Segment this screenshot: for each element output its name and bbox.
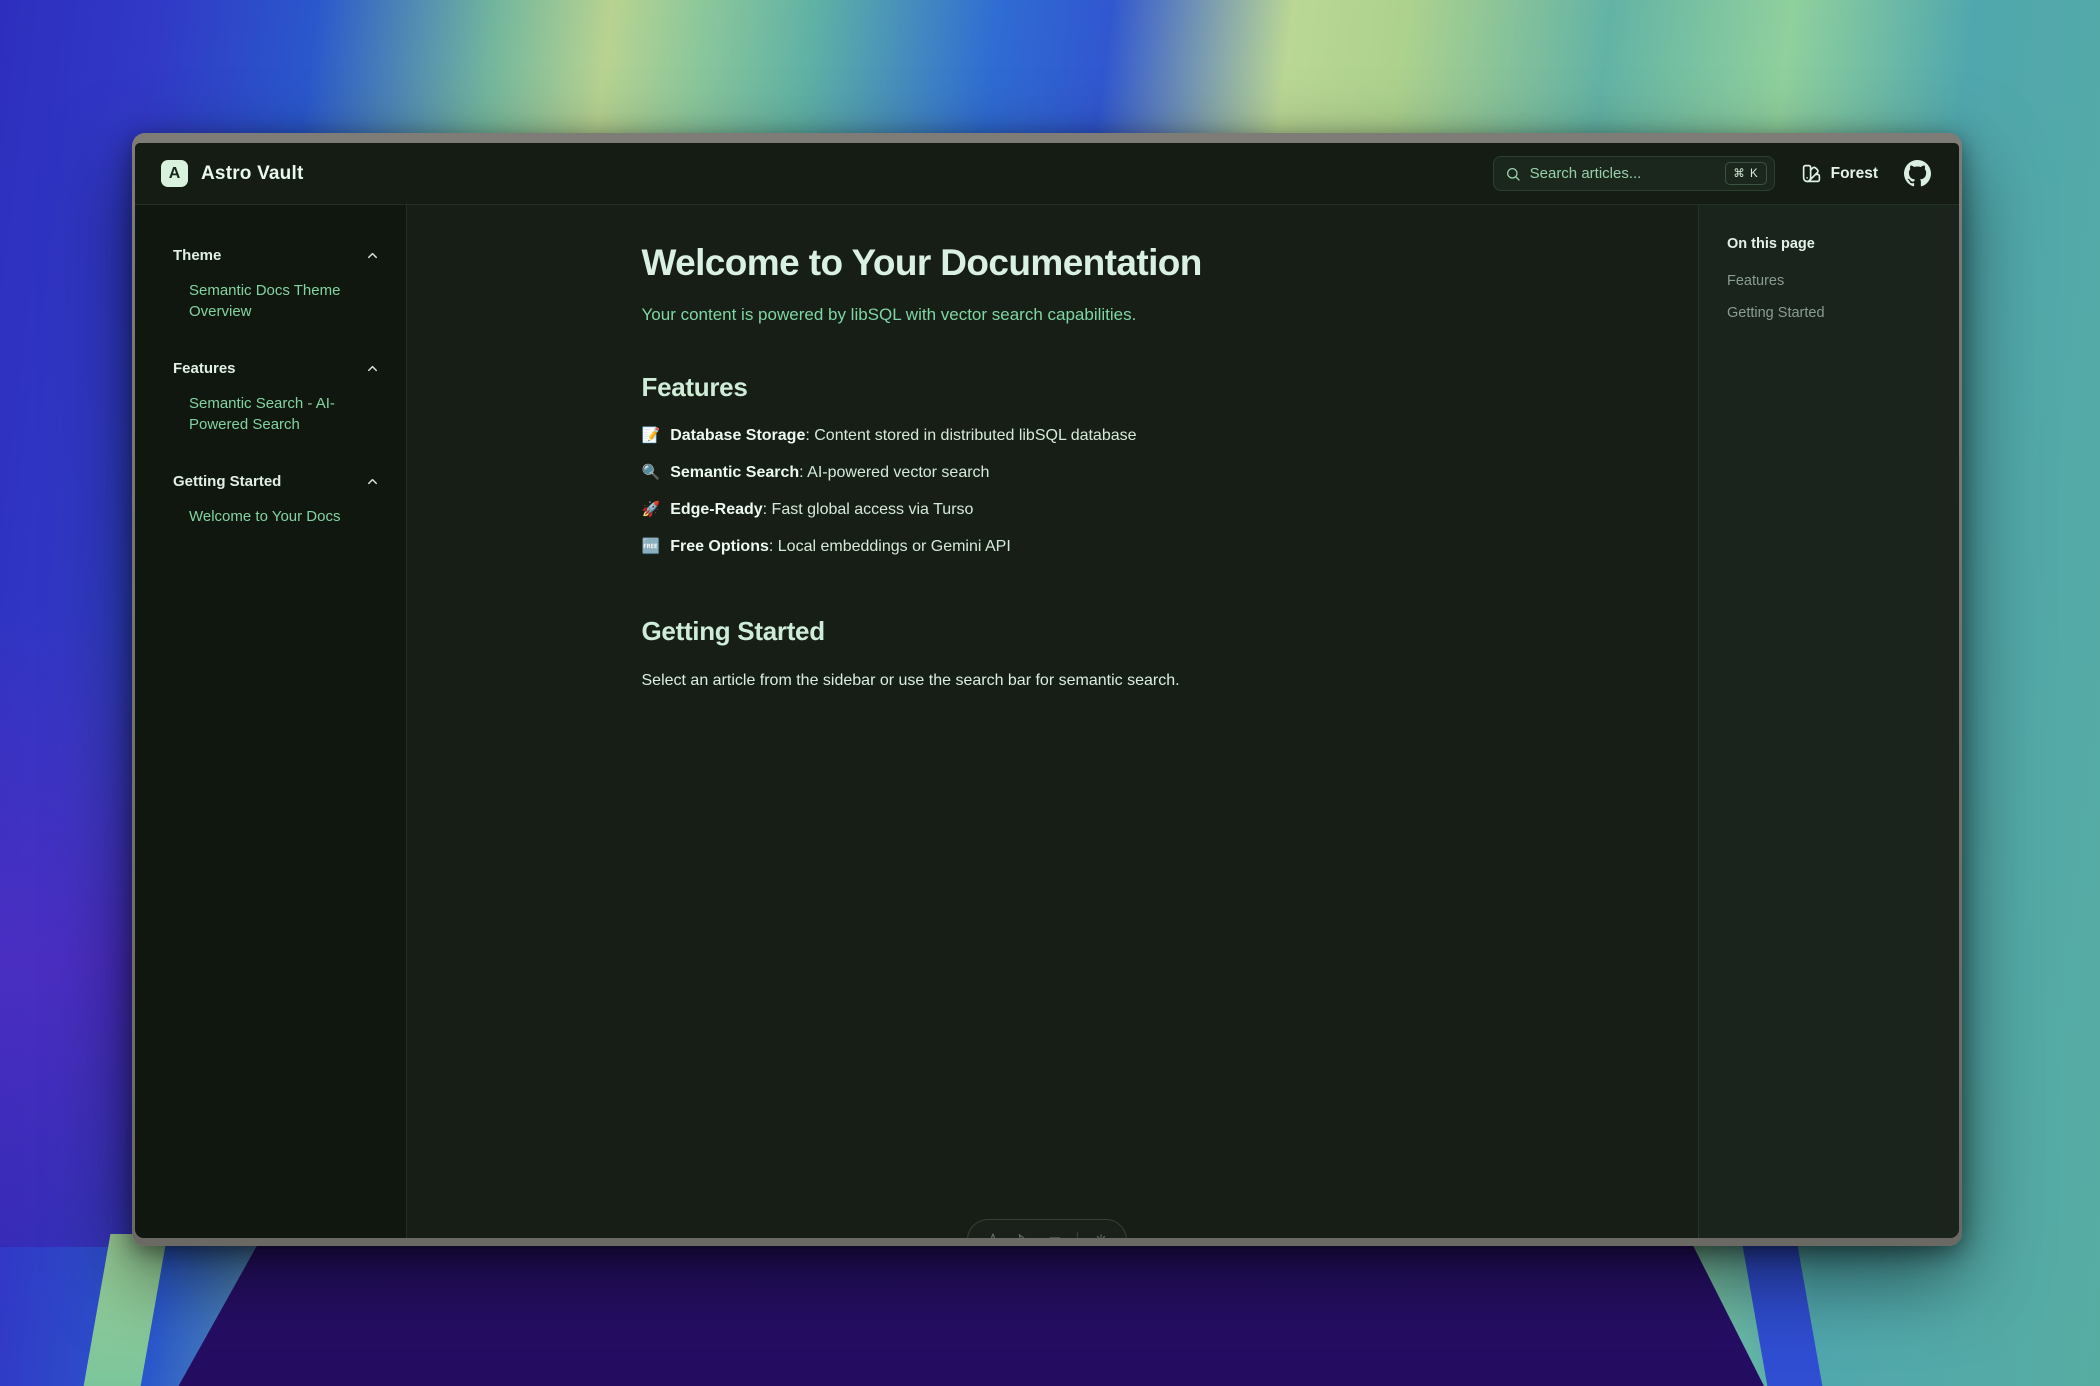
- header-actions: ⌘ K Forest: [1493, 156, 1931, 191]
- settings-gear-icon[interactable]: [1093, 1232, 1109, 1238]
- sidebar-section-label: Theme: [173, 247, 221, 264]
- search-bar[interactable]: ⌘ K: [1493, 156, 1775, 191]
- on-this-page-panel: On this page Features Getting Started: [1698, 205, 1959, 1238]
- article: Welcome to Your Documentation Your conte…: [642, 242, 1464, 690]
- feature-item-edge-ready: 🚀 Edge-Ready: Fast global access via Turs…: [642, 498, 1464, 522]
- sidebar-section-features-header[interactable]: Features: [173, 360, 380, 377]
- sidebar-section-features: Features Semantic Search - AI-Powered Se…: [173, 360, 380, 435]
- chevron-up-icon[interactable]: [365, 248, 380, 263]
- app-window: A Astro Vault ⌘ K: [132, 133, 1962, 1246]
- theme-selector-label: Forest: [1831, 165, 1878, 183]
- chevron-up-icon[interactable]: [365, 474, 380, 489]
- rocket-icon: 🚀: [642, 501, 661, 518]
- sidebar-section-getting-started: Getting Started Welcome to Your Docs: [173, 473, 380, 527]
- sidebar-section-getting-started-header[interactable]: Getting Started: [173, 473, 380, 490]
- getting-started-heading: Getting Started: [642, 616, 1464, 647]
- search-input[interactable]: [1530, 165, 1717, 182]
- feature-item-database-storage: 📝 Database Storage: Content stored in dis…: [642, 424, 1464, 448]
- chevron-up-icon[interactable]: [365, 361, 380, 376]
- site-logo: A: [161, 160, 188, 187]
- feature-text: : Fast global access via Turso: [763, 501, 974, 518]
- feature-label: Edge-Ready: [670, 501, 762, 518]
- audit-icon[interactable]: [1047, 1232, 1063, 1238]
- getting-started-text: Select an article from the sidebar or us…: [642, 672, 1464, 690]
- feature-text: : Local embeddings or Gemini API: [769, 538, 1011, 555]
- magnifier-icon: 🔍: [642, 464, 661, 481]
- feature-item-semantic-search: 🔍 Semantic Search: AI-powered vector sear…: [642, 461, 1464, 485]
- top-header: A Astro Vault ⌘ K: [135, 143, 1959, 205]
- swatch-book-icon: [1801, 163, 1822, 184]
- window-body: Theme Semantic Docs Theme Overview Featu…: [135, 205, 1959, 1238]
- left-sidebar: Theme Semantic Docs Theme Overview Featu…: [135, 205, 407, 1238]
- toc-link-getting-started[interactable]: Getting Started: [1727, 305, 1939, 321]
- dev-toolbar[interactable]: [967, 1219, 1127, 1238]
- desktop-wallpaper: A Astro Vault ⌘ K: [0, 0, 2100, 1386]
- site-title: Astro Vault: [201, 163, 304, 185]
- main-content: Welcome to Your Documentation Your conte…: [407, 205, 1698, 1238]
- memo-icon: 📝: [642, 427, 661, 444]
- app-window-content: A Astro Vault ⌘ K: [135, 143, 1959, 1238]
- sidebar-item-semantic-docs-theme-overview[interactable]: Semantic Docs Theme Overview: [173, 280, 380, 322]
- inspect-arrow-icon[interactable]: [1016, 1232, 1032, 1238]
- sidebar-section-theme: Theme Semantic Docs Theme Overview: [173, 247, 380, 322]
- dev-toolbar-separator: [1077, 1232, 1078, 1238]
- feature-label: Free Options: [670, 538, 769, 555]
- feature-label: Semantic Search: [670, 464, 799, 481]
- free-badge-icon: 🆓: [642, 538, 661, 555]
- github-link[interactable]: [1904, 160, 1931, 187]
- brand[interactable]: A Astro Vault: [161, 160, 304, 187]
- page-title: Welcome to Your Documentation: [642, 242, 1464, 284]
- sidebar-section-theme-header[interactable]: Theme: [173, 247, 380, 264]
- sidebar-section-label: Features: [173, 360, 236, 377]
- wallpaper-stripe-bottom-left: [83, 1234, 167, 1386]
- toc-link-features[interactable]: Features: [1727, 273, 1939, 289]
- feature-label: Database Storage: [670, 427, 805, 444]
- feature-text: : Content stored in distributed libSQL d…: [805, 427, 1136, 444]
- on-this-page-title: On this page: [1727, 236, 1939, 252]
- features-heading: Features: [642, 372, 1464, 403]
- sidebar-item-semantic-search[interactable]: Semantic Search - AI-Powered Search: [173, 393, 380, 435]
- features-list: 📝 Database Storage: Content stored in dis…: [642, 424, 1464, 559]
- feature-text: : AI-powered vector search: [799, 464, 989, 481]
- search-icon: [1505, 166, 1521, 182]
- astro-logo-icon[interactable]: [985, 1232, 1001, 1238]
- github-icon: [1904, 160, 1931, 187]
- search-shortcut-badge: ⌘ K: [1725, 162, 1766, 185]
- sidebar-item-welcome-to-your-docs[interactable]: Welcome to Your Docs: [173, 506, 380, 527]
- page-subtitle: Your content is powered by libSQL with v…: [642, 305, 1464, 325]
- theme-selector-button[interactable]: Forest: [1801, 163, 1878, 184]
- sidebar-section-label: Getting Started: [173, 473, 281, 490]
- feature-item-free-options: 🆓 Free Options: Local embeddings or Gemin…: [642, 535, 1464, 559]
